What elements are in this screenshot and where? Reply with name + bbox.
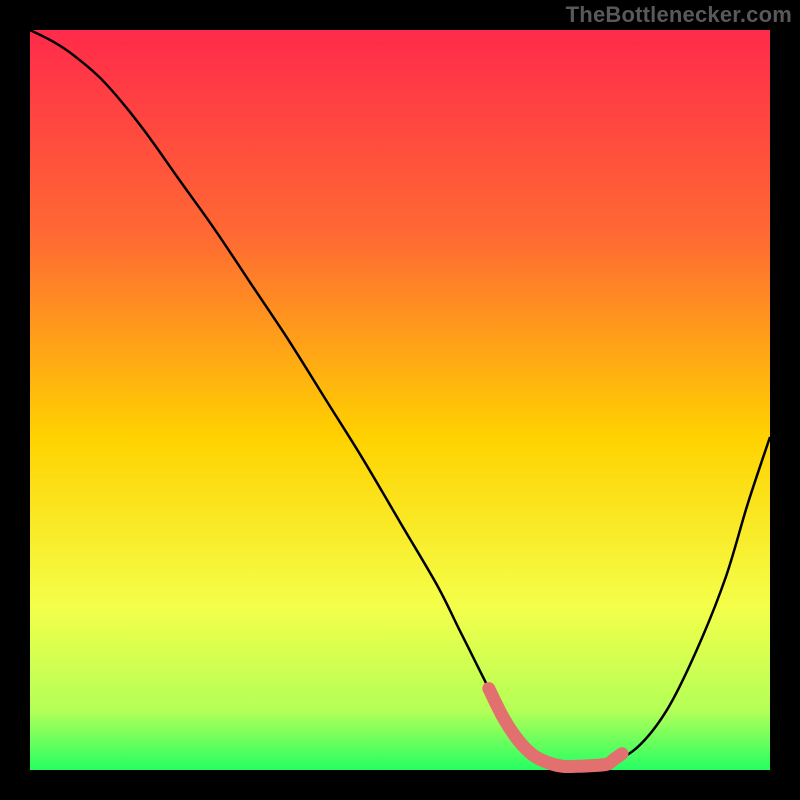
bottleneck-chart	[0, 0, 800, 800]
watermark-text: TheBottlenecker.com	[566, 2, 792, 28]
plot-background	[30, 30, 770, 770]
